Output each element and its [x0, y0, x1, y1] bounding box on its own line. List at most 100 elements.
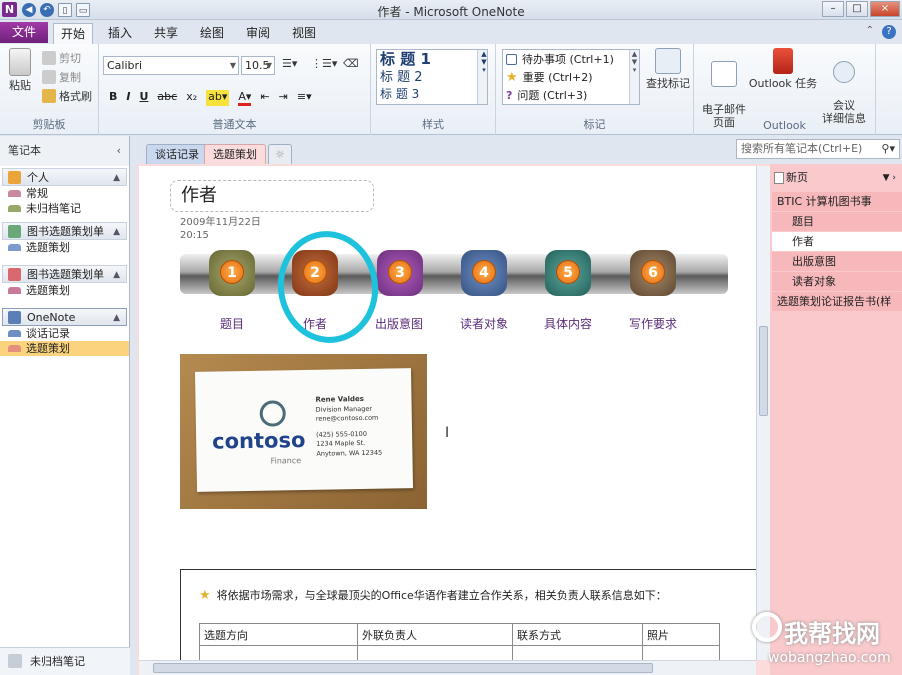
close-button[interactable]: ×: [870, 1, 900, 17]
page-item[interactable]: 选题策划论证报告书(样: [772, 292, 902, 311]
process-step-5[interactable]: 5: [545, 250, 591, 296]
note-container[interactable]: ★ 将依据市场需求，与全球最顶尖的Office华语作者建立合作关系，相关负责人联系…: [180, 569, 756, 660]
notebook-book-plan-1[interactable]: 图书选题策划单 ▲: [2, 222, 127, 240]
scrollbar-thumb[interactable]: [759, 326, 768, 416]
section-general[interactable]: 常规: [0, 186, 129, 201]
highlight-icon[interactable]: ab▾: [206, 90, 230, 106]
find-tags-button[interactable]: 查找标记: [644, 48, 692, 90]
email-page-button[interactable]: 电子邮件 页面: [698, 48, 750, 129]
section-topic-plan-1[interactable]: 选题策划: [0, 240, 129, 255]
notebook-onenote[interactable]: OneNote ▲: [2, 308, 127, 326]
title-bar: N ◀ ↶ ▯ ▭ 作者 - Microsoft OneNote – □ ×: [0, 0, 902, 20]
bold-button[interactable]: B: [109, 90, 117, 106]
subscript-button[interactable]: x₂: [186, 90, 197, 106]
process-step-6[interactable]: 6: [630, 250, 676, 296]
process-step-3[interactable]: 3: [377, 250, 423, 296]
chevron-up-icon[interactable]: ▲: [113, 169, 120, 187]
tab-share[interactable]: 共享: [146, 23, 186, 44]
tag-question[interactable]: ? 问题 (Ctrl+3): [503, 86, 639, 104]
tab-section-conversation[interactable]: 谈话记录: [146, 144, 208, 164]
increase-indent-icon[interactable]: ⇥: [279, 90, 288, 106]
styles-gallery[interactable]: 标 题 1 标 题 2 标 题 3 ▲ ▼ ▾: [376, 49, 488, 105]
chevron-up-icon[interactable]: ▲: [113, 266, 120, 284]
search-icon[interactable]: ⚲▾: [881, 140, 895, 158]
table-cell[interactable]: [642, 645, 720, 660]
tab-insert[interactable]: 插入: [100, 23, 140, 44]
process-step-1[interactable]: 1: [209, 250, 255, 296]
align-icon[interactable]: ≡▾: [297, 90, 312, 106]
strikethrough-button[interactable]: abc: [157, 90, 177, 106]
tab-section-topic-plan[interactable]: 选题策划: [204, 144, 266, 164]
process-step-4[interactable]: 4: [461, 250, 507, 296]
table-cell[interactable]: [199, 645, 358, 660]
tab-draw[interactable]: 绘图: [192, 23, 232, 44]
contacts-table[interactable]: 选题方向 外联负责人 联系方式 照片: [199, 623, 720, 660]
font-family-select[interactable]: Calibri ▼: [103, 56, 239, 75]
tag-important[interactable]: ★ 重要 (Ctrl+2): [503, 68, 639, 86]
underline-button[interactable]: U: [139, 90, 148, 106]
page-item[interactable]: BTIC 计算机图书事: [772, 192, 902, 211]
tab-file[interactable]: 文件: [0, 22, 48, 43]
chevron-up-icon[interactable]: ▲: [113, 223, 120, 241]
italic-button[interactable]: I: [126, 90, 130, 106]
style-heading-3[interactable]: 标 题 3: [377, 86, 487, 102]
table-header-cell[interactable]: 联系方式: [512, 623, 643, 646]
section-conversation[interactable]: 谈话记录: [0, 326, 129, 341]
paste-button[interactable]: 粘贴: [4, 48, 36, 92]
business-card-image[interactable]: contoso Finance Rene Valdes Division Man…: [180, 354, 427, 509]
style-heading-2[interactable]: 标 题 2: [377, 69, 487, 86]
tags-gallery[interactable]: 待办事项 (Ctrl+1) ★ 重要 (Ctrl+2) ? 问题 (Ctrl+3) …: [502, 49, 640, 105]
search-input[interactable]: 搜索所有笔记本(Ctrl+E) ⚲▾: [736, 139, 900, 159]
tag-todo[interactable]: 待办事项 (Ctrl+1): [503, 50, 639, 68]
new-page-button[interactable]: 新页 ▼ ›: [770, 164, 902, 192]
page-horizontal-scrollbar[interactable]: [139, 660, 756, 675]
meeting-details-button[interactable]: 会议 详细信息: [816, 48, 872, 125]
page-vertical-scrollbar[interactable]: [756, 166, 770, 660]
page-pane-controls-icon[interactable]: ▼ ›: [883, 164, 896, 192]
table-header-cell[interactable]: 外联负责人: [357, 623, 513, 646]
page-item-active[interactable]: 作者: [772, 232, 902, 251]
tab-home[interactable]: 开始: [53, 23, 93, 44]
notebook-personal[interactable]: 个人 ▲: [2, 168, 127, 186]
section-unfiled[interactable]: 未归档笔记: [0, 201, 129, 216]
font-size-select[interactable]: 10.5 ▼: [241, 56, 275, 75]
minimize-button[interactable]: –: [822, 1, 844, 17]
copy-button[interactable]: 复制: [42, 69, 81, 85]
group-label: 普通文本: [212, 118, 257, 131]
table-cell[interactable]: [357, 645, 513, 660]
cut-button[interactable]: 剪切: [42, 50, 81, 66]
bullets-button[interactable]: ☰▾: [282, 57, 297, 70]
table-header-cell[interactable]: 选题方向: [199, 623, 358, 646]
tab-review[interactable]: 审阅: [238, 23, 278, 44]
font-color-icon[interactable]: A▾: [238, 90, 252, 106]
page-item[interactable]: 出版意图: [772, 252, 902, 271]
maximize-button[interactable]: □: [846, 1, 868, 17]
collapse-pane-icon[interactable]: ‹: [117, 136, 121, 166]
unfiled-notes-icon: [8, 654, 22, 668]
page-canvas[interactable]: 作者 2009年11月22日 20:15 1 2 3 4 5 6 题目 作者 出…: [139, 166, 756, 660]
page-item[interactable]: 读者对象: [772, 272, 902, 291]
scrollbar-thumb[interactable]: [153, 663, 653, 673]
numbering-button[interactable]: ⋮☰▾: [311, 57, 337, 70]
notebook-book-plan-2[interactable]: 图书选题策划单 ▲: [2, 265, 127, 283]
outlook-tasks-button[interactable]: Outlook 任务: [748, 48, 818, 90]
chevron-up-icon[interactable]: ▲: [113, 309, 120, 327]
table-cell[interactable]: [512, 645, 643, 660]
section-topic-plan-active[interactable]: 选题策划: [0, 341, 129, 356]
tags-gallery-scroll[interactable]: ▲ ▼ ▾: [629, 50, 639, 104]
format-painter-button[interactable]: 格式刷: [42, 88, 92, 104]
new-section-tab-icon[interactable]: ☼: [268, 144, 292, 164]
clear-formatting-button[interactable]: ⌫: [343, 57, 359, 70]
styles-gallery-scroll[interactable]: ▲ ▼ ▾: [477, 50, 487, 104]
tab-view[interactable]: 视图: [284, 23, 324, 44]
help-icon[interactable]: ?: [882, 25, 896, 39]
note-paragraph[interactable]: ★ 将依据市场需求，与全球最顶尖的Office华语作者建立合作关系，相关负责人联系…: [199, 587, 667, 603]
minimize-ribbon-icon[interactable]: ⌃: [866, 25, 874, 39]
unfiled-notes-button[interactable]: 未归档笔记: [0, 647, 130, 675]
page-title[interactable]: 作者: [170, 180, 374, 212]
style-heading-1[interactable]: 标 题 1: [377, 50, 487, 69]
table-header-cell[interactable]: 照片: [642, 623, 720, 646]
page-item[interactable]: 题目: [772, 212, 902, 231]
section-topic-plan-2[interactable]: 选题策划: [0, 283, 129, 298]
decrease-indent-icon[interactable]: ⇤: [260, 90, 269, 106]
